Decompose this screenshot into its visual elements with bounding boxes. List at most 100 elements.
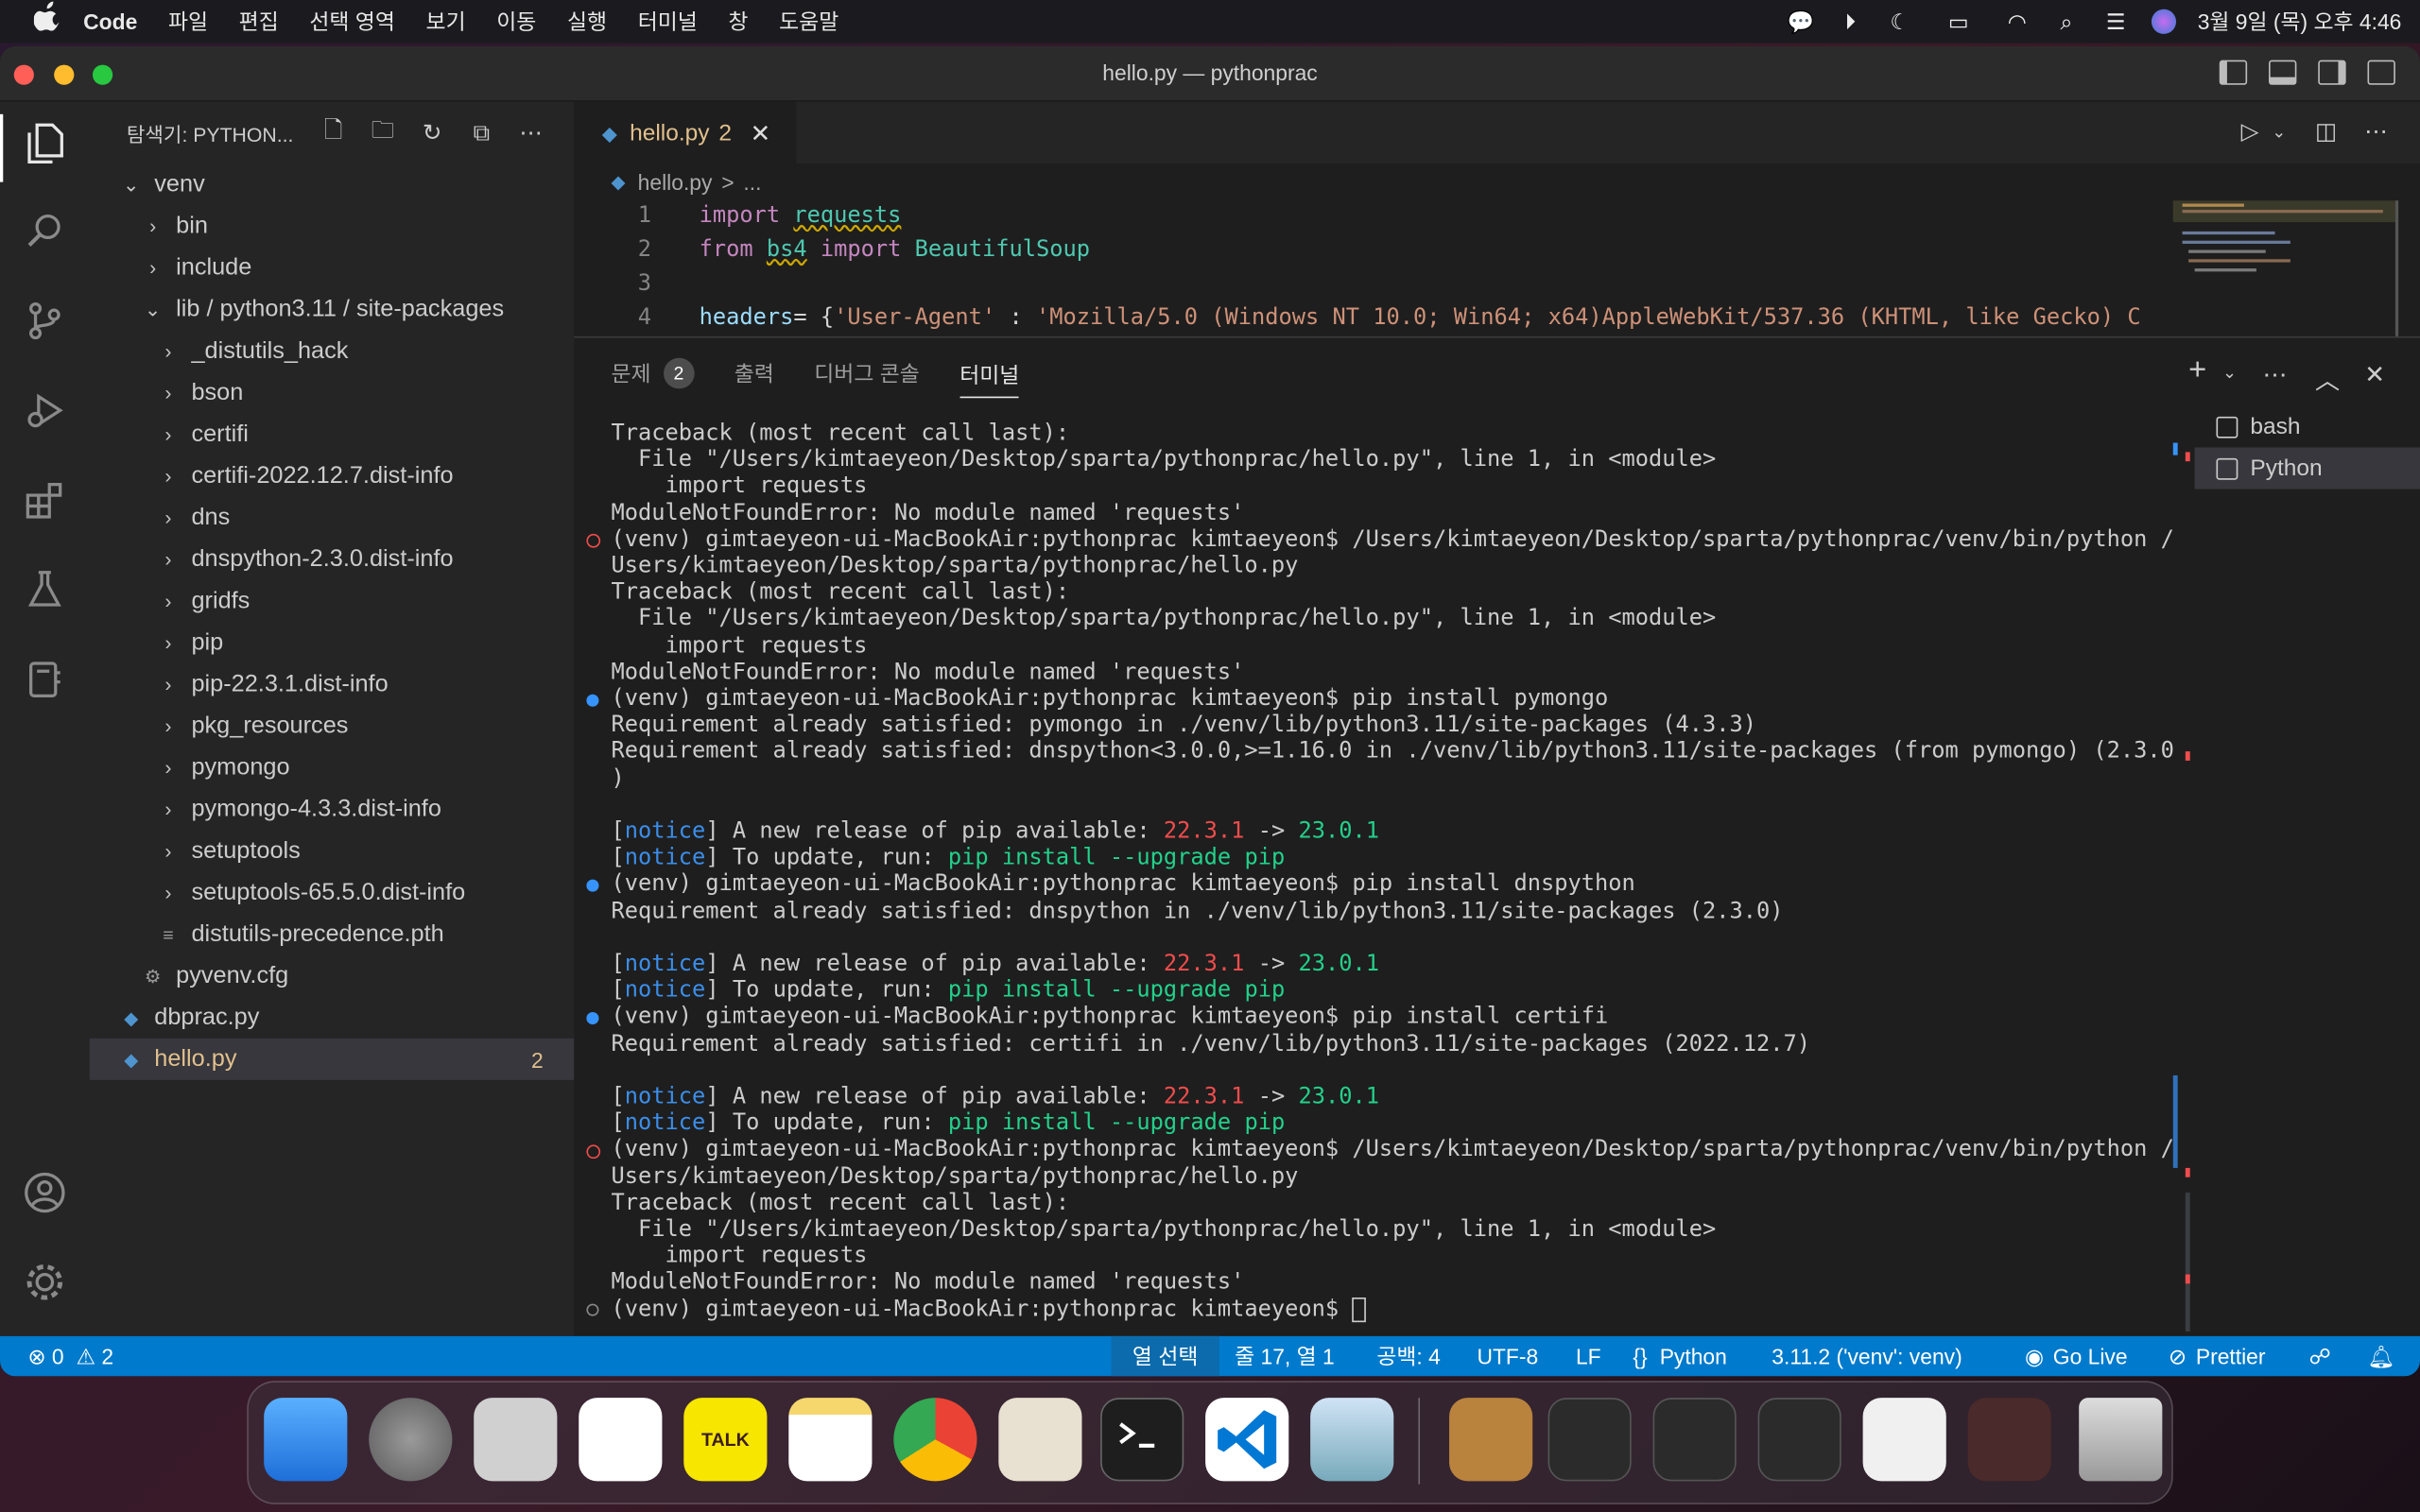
close-tab-icon[interactable]: ✕ [751,118,771,149]
panel-tab[interactable]: 디버그 콘솔 [814,338,920,409]
toggle-sidebar-icon[interactable] [2219,60,2248,85]
editor-more-icon[interactable]: ⋯ [2364,117,2387,146]
battery-icon[interactable]: ▭ [1935,9,1981,34]
control-center-icon[interactable]: ☰ [2101,9,2129,34]
window-thumb[interactable] [1547,1398,1632,1482]
encoding[interactable]: UTF-8 [1477,1336,1538,1376]
window-thumb[interactable] [1967,1398,2051,1482]
manage-gear-icon[interactable] [20,1259,69,1308]
split-editor-icon[interactable]: ◫ [2315,117,2337,146]
panel-tab[interactable]: 터미널 [959,352,1020,399]
tree-folder[interactable]: › bson [90,371,575,413]
terminal-icon[interactable] [1100,1398,1184,1482]
tree-file[interactable]: ◆ hello.py 2 [89,1038,575,1080]
tree-file[interactable]: ≡ distutils-precedence.pth [90,914,575,955]
run-dropdown-icon[interactable]: ⌄ [2272,122,2286,143]
command-error-decoration[interactable] [586,1144,601,1159]
menu-item[interactable]: 파일 [153,0,224,43]
run-python-icon[interactable]: ▷ [2241,117,2259,146]
tree-folder[interactable]: ⌄ lib / python3.11 / site-packages [90,288,575,330]
terminal-item-bash[interactable]: bash [2195,405,2420,447]
tree-folder[interactable]: › pkg_resources [90,705,575,747]
clock[interactable]: 3월 9일 (목) 오후 4:46 [2198,7,2402,38]
slack-icon[interactable] [579,1398,663,1482]
tree-folder[interactable]: › dnspython-2.3.0.dist-info [90,539,575,580]
code-line[interactable]: import requests [700,204,902,229]
kakaotalk-icon[interactable]: TALK [683,1398,768,1482]
collapse-all-icon[interactable]: ⧉ [457,120,506,146]
tree-folder[interactable]: › certifi [90,414,575,455]
panel-tab[interactable]: 출력 [735,338,774,409]
language-mode[interactable]: {} Python [1633,1336,1727,1376]
menu-item[interactable]: 이동 [481,0,552,43]
tree-folder[interactable]: › setuptools-65.5.0.dist-info [90,871,575,913]
tree-folder[interactable]: › _distutils_hack [90,330,575,371]
app-menu[interactable]: Code [68,0,153,43]
moon-icon[interactable]: ☾ [1886,9,1913,34]
apple-menu-icon[interactable] [0,0,68,43]
menu-item[interactable]: 도움말 [764,0,855,43]
accounts-icon[interactable] [20,1170,69,1219]
testing-flask-icon[interactable] [20,568,69,617]
breadcrumb-file[interactable]: hello.py [638,170,713,195]
window-thumb[interactable] [1757,1398,1841,1482]
command-pending-decoration[interactable] [586,1303,599,1316]
tree-folder[interactable]: › dns [90,497,575,539]
maximize-panel-icon[interactable]: ︿ [2315,359,2340,396]
toggle-panel-icon[interactable] [2269,60,2297,85]
menu-item[interactable]: 창 [713,0,764,43]
minimap[interactable] [2172,200,2399,336]
terminal-item-python[interactable]: Python [2194,447,2420,490]
new-file-icon[interactable]: 🗋 [309,113,358,152]
settings-icon[interactable] [369,1398,453,1482]
tree-folder[interactable]: › pip-22.3.1.dist-info [90,663,575,705]
preview-icon[interactable] [1310,1398,1394,1482]
more-actions-icon[interactable]: ⋯ [507,119,556,146]
menu-item[interactable]: 보기 [410,0,481,43]
command-error-decoration[interactable] [586,534,601,549]
launchpad-icon[interactable] [474,1398,558,1482]
toggle-secondary-sidebar-icon[interactable] [2318,60,2346,85]
code-line[interactable]: from bs4 import BeautifulSoup [700,237,1090,262]
finder-icon[interactable] [264,1398,348,1482]
close-panel-icon[interactable]: ✕ [2364,359,2385,390]
notes-icon[interactable] [788,1398,873,1482]
tree-folder[interactable]: › bin [90,205,575,247]
window-thumb[interactable] [1862,1398,1946,1482]
menu-item[interactable]: 편집 [223,0,294,43]
cursor-position[interactable]: 줄 17, 열 1 [1235,1336,1335,1376]
customize-layout-icon[interactable] [2367,60,2395,85]
tree-folder[interactable]: › pip [90,622,575,663]
python-interpreter[interactable]: 3.11.2 ('venv': venv) [1772,1336,1962,1376]
command-success-decoration[interactable] [586,693,599,706]
problems-status[interactable]: ⊗ 0 ⚠ 2 [27,1336,113,1376]
search-icon[interactable]: ⌕ [2052,9,2080,34]
tree-folder[interactable]: › pymongo [90,747,575,788]
tree-folder[interactable]: › certifi-2022.12.7.dist-info [90,455,575,497]
tree-folder[interactable]: › pymongo-4.3.3.dist-info [90,788,575,830]
play-circle-icon[interactable]: ⏵ [1837,9,1864,34]
trash-icon[interactable] [2079,1398,2163,1482]
selection-mode[interactable]: 열 선택 [1111,1335,1219,1377]
chat-icon[interactable]: 💬 [1787,9,1814,34]
terminal-dropdown-icon[interactable]: ⌄ [2222,363,2237,383]
search-icon[interactable] [20,210,69,259]
menu-item[interactable]: 실행 [552,0,623,43]
command-success-decoration[interactable] [586,1011,599,1024]
panel-more-icon[interactable]: ⋯ [2262,359,2287,390]
tableplus-icon[interactable] [998,1398,1082,1482]
menu-item[interactable]: 터미널 [622,0,713,43]
remote-explorer-icon[interactable] [20,658,69,707]
breadcrumb-symbols[interactable]: ... [743,170,761,195]
tree-folder[interactable]: › gridfs [90,580,575,622]
tree-folder[interactable]: › setuptools [90,830,575,871]
menu-item[interactable]: 선택 영역 [294,0,410,43]
explorer-icon[interactable] [20,120,69,169]
end-of-line[interactable]: LF [1576,1336,1601,1376]
prettier-button[interactable]: ⊘ Prettier [2169,1336,2266,1376]
code-editor[interactable]: 1 import requests 2 from bs4 import Beautif… [574,200,2420,336]
code-line[interactable]: headers= {'User-Agent' : 'Mozilla/5.0 (W… [700,305,2141,330]
new-folder-icon[interactable]: 🗀 [358,113,407,152]
command-success-decoration[interactable] [586,879,599,892]
run-debug-icon[interactable] [20,388,69,438]
